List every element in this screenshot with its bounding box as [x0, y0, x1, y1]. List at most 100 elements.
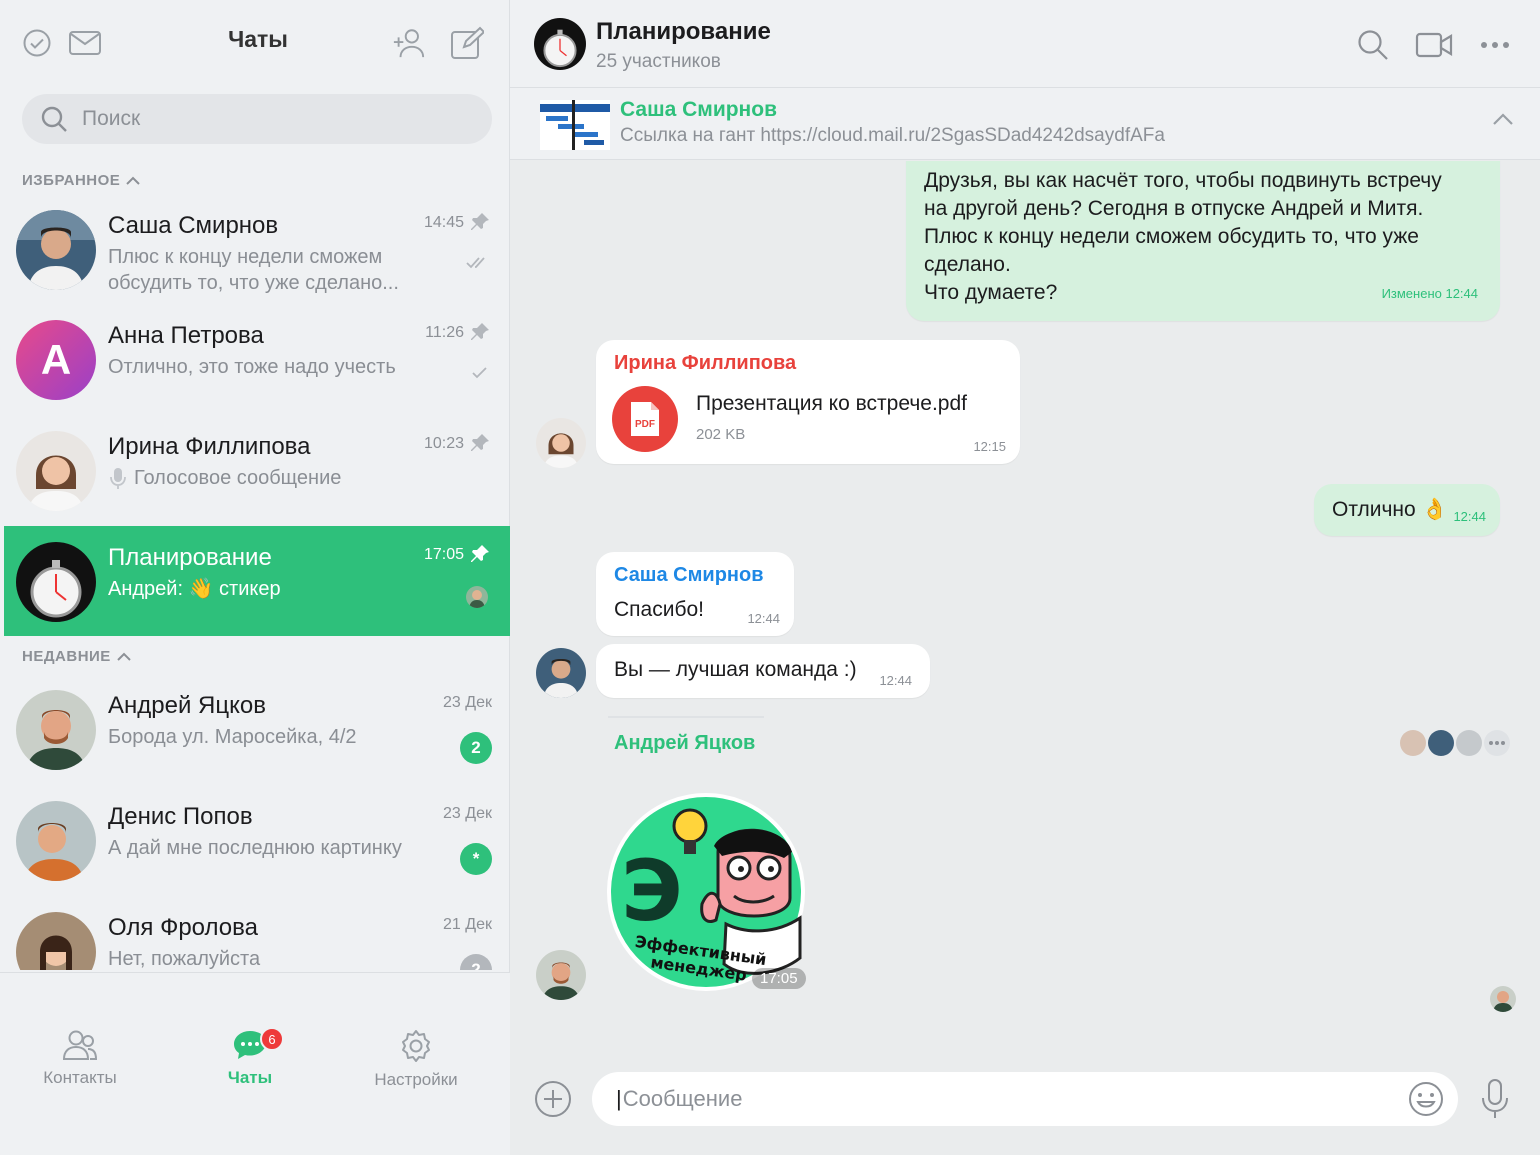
messenger-app: Чаты Поиск ИЗБРАННОЕ Саша Смирнов Плюс к… [0, 0, 1540, 1155]
message-text: Отлично 👌 [1332, 498, 1448, 521]
chat-preview: Борода ул. Маросейка, 4/2 [108, 726, 357, 748]
tab-label: Чаты [227, 1068, 273, 1087]
avatar [16, 210, 96, 290]
unread-badge: 2 [460, 954, 492, 970]
chat-members-count: 25 участников [596, 51, 721, 72]
avatar[interactable] [536, 950, 586, 1000]
chat-item-planning[interactable]: Планирование Андрей: 👋 стикер 17:05 [4, 526, 510, 636]
message-text-line: Плюс к концу недели сможем обсудить то, … [924, 225, 1419, 248]
chat-time: 23 Дек [443, 694, 492, 711]
chat-header: Планирование 25 участников [510, 0, 1540, 88]
chat-time: 21 Дек [443, 916, 492, 933]
chat-item-olya-frolova[interactable]: Оля Фролова Нет, пожалуйста 21 Дек 2 [4, 896, 510, 970]
search-placeholder: Поиск [82, 107, 141, 130]
chat-list-clip: Оля Фролова Нет, пожалуйста 21 Дек 2 [0, 896, 510, 970]
pinned-text: Ссылка на гант https://cloud.mail.ru/2Sg… [620, 125, 1165, 146]
pin-icon [470, 544, 490, 569]
mail-icon[interactable] [68, 26, 102, 60]
message-composer: | Сообщение [510, 1050, 1540, 1155]
section-recent-label: НЕДАВНИЕ [22, 648, 111, 665]
chat-name: Оля Фролова [108, 914, 258, 941]
emoji-icon[interactable] [1408, 1081, 1444, 1117]
search-input[interactable]: Поиск [22, 94, 492, 144]
chat-title: Планирование [596, 18, 771, 45]
read-receipts[interactable] [1400, 730, 1510, 756]
message-outgoing[interactable]: Отлично 👌 12:44 [1314, 484, 1500, 536]
tab-settings[interactable]: Настройки [346, 1029, 486, 1090]
message-time: 17:05 [752, 968, 806, 989]
tab-label: Контакты [43, 1068, 117, 1087]
chat-preview: Андрей: 👋 стикер [108, 578, 281, 600]
chat-item-sasha-smirnov[interactable]: Саша Смирнов Плюс к концу недели сможем … [4, 194, 510, 304]
section-favorites-label: ИЗБРАННОЕ [22, 172, 121, 189]
message-placeholder: Сообщение [622, 1086, 743, 1111]
more-readers-icon [1484, 730, 1510, 756]
message-text-line: на другой день? Сегодня в отпуске Андрей… [924, 197, 1424, 220]
message-incoming[interactable]: Вы — лучшая команда :) 12:44 [596, 644, 930, 698]
chat-name: Анна Петрова [108, 322, 264, 349]
chat-item-anna-petrova[interactable]: А Анна Петрова Отлично, это тоже надо уч… [4, 304, 510, 414]
search-icon [41, 106, 67, 132]
message-text: Вы — лучшая команда :) [614, 658, 857, 681]
message-text-line: сделано. [924, 253, 1011, 276]
tab-chats[interactable]: 6 Чаты [180, 1027, 320, 1088]
reader-avatar [1456, 730, 1482, 756]
stopwatch-avatar [16, 542, 96, 622]
tab-unread-count: 6 [260, 1027, 284, 1051]
chat-preview: Голосовое сообщение [108, 465, 418, 491]
gear-icon [402, 1030, 430, 1062]
message-sender: Саша Смирнов [614, 564, 764, 586]
search-icon[interactable] [1356, 28, 1390, 62]
sticker-effective-manager[interactable]: Э Эффективный менеджер 17:05 [606, 792, 806, 992]
video-call-icon[interactable] [1414, 28, 1454, 62]
stopwatch-avatar[interactable] [534, 18, 586, 70]
sidebar-title: Чаты [228, 26, 288, 52]
message-time: 12:15 [973, 439, 1006, 454]
message-time: 12:44 [879, 673, 912, 688]
chat-name: Денис Попов [108, 803, 253, 830]
chat-item-andrey-yatskov[interactable]: Андрей Яцков Борода ул. Маросейка, 4/2 2… [4, 674, 510, 784]
message-time: 12:44 [747, 611, 780, 626]
tab-contacts[interactable]: Контакты [10, 1029, 150, 1088]
more-icon[interactable] [1478, 28, 1512, 62]
message-file[interactable]: Ирина Филлипова PDF Презентация ко встре… [596, 340, 1020, 464]
avatar [16, 690, 96, 770]
chat-item-denis-popov[interactable]: Денис Попов А дай мне последнюю картинку… [4, 785, 510, 895]
chevron-up-icon[interactable] [1492, 112, 1514, 131]
chat-item-irina-fillipova[interactable]: Ирина Филлипова Голосовое сообщение 10:2… [4, 415, 510, 525]
pdf-label: PDF [635, 419, 655, 430]
text-cursor: | [616, 1086, 622, 1111]
attach-plus-icon[interactable] [534, 1080, 572, 1118]
sidebar-header: Чаты [0, 0, 510, 88]
message-input[interactable]: | Сообщение [592, 1072, 1458, 1126]
message-outgoing[interactable]: Друзья, вы как насчёт того, чтобы подвин… [906, 161, 1500, 321]
section-recent[interactable]: НЕДАВНИЕ [22, 648, 131, 665]
check-circle-icon[interactable] [20, 26, 54, 60]
chat-preview: Плюс к концу недели сможем обсудить то, … [108, 246, 399, 294]
message-text-line: Друзья, вы как насчёт того, чтобы подвин… [924, 169, 1442, 192]
add-contact-icon[interactable] [392, 26, 426, 60]
chat-name: Планирование [108, 544, 272, 571]
chat-preview-text: Голосовое сообщение [134, 467, 342, 489]
pin-icon [470, 322, 490, 347]
section-favorites[interactable]: ИЗБРАННОЕ [22, 172, 141, 189]
avatar[interactable] [536, 418, 586, 468]
chat-name: Андрей Яцков [108, 692, 266, 719]
chat-time: 17:05 [423, 546, 464, 563]
chat-time: 14:45 [423, 214, 464, 231]
double-check-icon [466, 256, 488, 275]
check-icon [472, 366, 488, 385]
pin-icon [470, 212, 490, 237]
compose-icon[interactable] [450, 26, 484, 60]
chat-time: 10:23 [423, 435, 464, 452]
microphone-icon[interactable] [1480, 1078, 1510, 1120]
chat-panel: Планирование 25 участников Саша Смирнов … [510, 0, 1540, 1155]
message-sender: Андрей Яцков [614, 732, 756, 754]
pinned-sender: Саша Смирнов [620, 98, 777, 121]
pinned-message[interactable]: Саша Смирнов Ссылка на гант https://clou… [510, 88, 1540, 160]
unread-badge: * [460, 843, 492, 875]
avatar[interactable] [536, 648, 586, 698]
avatar [16, 801, 96, 881]
divider [608, 716, 764, 718]
message-incoming[interactable]: Саша Смирнов Спасибо! 12:44 [596, 552, 794, 636]
